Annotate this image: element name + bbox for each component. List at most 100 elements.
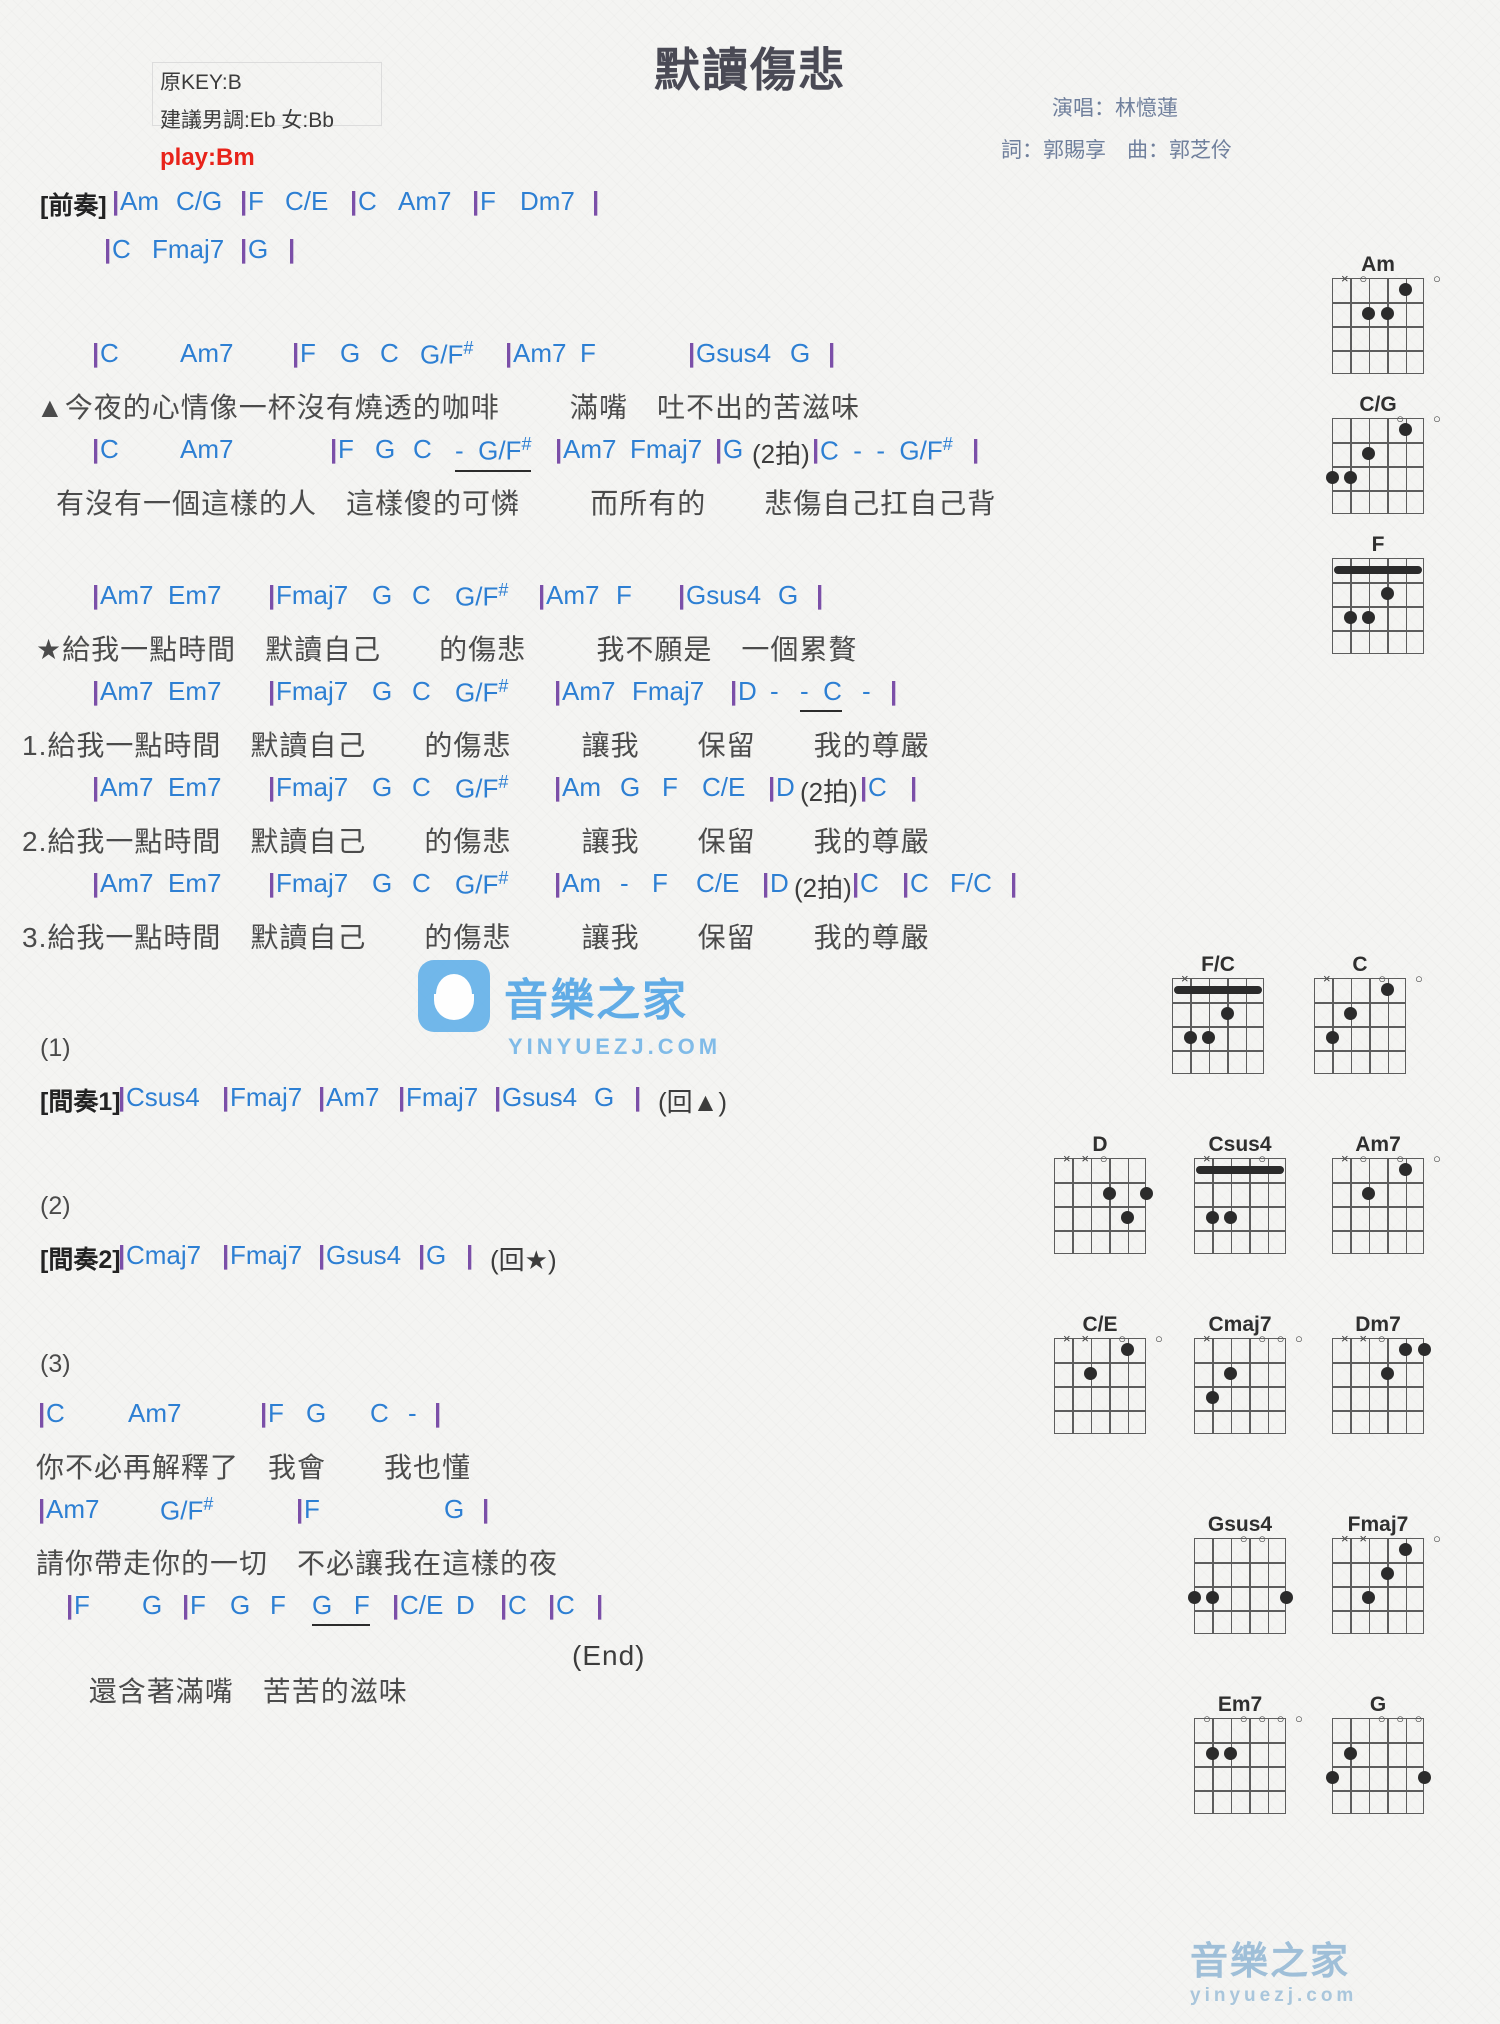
chord-diagram-Dm7: Dm7 × × ○ xyxy=(1330,1312,1431,1434)
ending1-lyric-row: 1.給我一點時間 默讀自己 的傷悲 讓我 保留 我的尊嚴 xyxy=(22,730,930,761)
chord-diagram-grid xyxy=(1332,1338,1431,1434)
chord-diagram-grid xyxy=(1325,1718,1431,1814)
chord-diagram-grid xyxy=(1187,1538,1293,1634)
chord-diagram-grid xyxy=(1172,978,1264,1074)
barre-marker xyxy=(1196,1166,1284,1174)
finger-dot xyxy=(1399,1343,1413,1356)
writer-credit: 詞：郭賜享 曲：郭芝伶 xyxy=(1001,139,1232,162)
ending1-chord-row: | Am7 Em7 | Fmaj7 G C G/F# | Am7 Fmaj7 | D -… xyxy=(0,676,1240,724)
finger-dot xyxy=(1343,611,1357,624)
ending3-chord-row: | Am7 Em7 | Fmaj7 G C G/F# | Am - F C/E | D … xyxy=(92,868,1018,903)
open-string-marker: ○ xyxy=(1295,1711,1303,1726)
finger-dot xyxy=(1220,1007,1234,1020)
finger-dot xyxy=(1205,1211,1219,1224)
finger-dot xyxy=(1399,1543,1413,1556)
chord-diagram-Fmaj7: Fmaj7 × × ○ xyxy=(1330,1512,1441,1634)
chorus-chord-row: | Am7 Em7 | Fmaj7 G C G/F# | Am7 F | Gsus4 G… xyxy=(92,580,824,612)
verse1-chord-row: | C Am7 | F G C G/F# | Am7 F | Gsus4 G | xyxy=(92,338,836,370)
intro-label: [前奏] xyxy=(40,192,107,220)
verse2-chord-row: | C Am7 | F G C - G/F# | Am7 Fmaj7 | G (2拍) … xyxy=(0,434,1240,482)
chord-diagram-grid xyxy=(1194,1158,1286,1254)
ending2-chord-row: | Am7 Em7 | Fmaj7 G C G/F# | Am G F C/E | D … xyxy=(92,772,918,807)
outro2-chord-row: | Am7 G/F# | F G | xyxy=(38,1494,490,1526)
chord-diagram-grid xyxy=(1332,278,1424,374)
play-key-label: play:Bm xyxy=(160,144,255,171)
suggested-key-label: 建議男調:Eb 女:Bb xyxy=(160,109,334,132)
chord-diagram-grid xyxy=(1314,978,1406,1074)
verse2-lyric-row: 有沒有一個這樣的人 這樣傻的可憐 而所有的 悲傷自己扛自己背 xyxy=(56,488,997,519)
finger-dot xyxy=(1343,1747,1357,1760)
page-title: 默讀傷悲 xyxy=(654,44,846,96)
finger-dot xyxy=(1325,1031,1339,1044)
finger-dot xyxy=(1205,1391,1219,1404)
watermark-site-bottom: yinyuezj.com xyxy=(1190,1985,1358,2006)
outro2-lyric-row: 請你帶走你的一切 不必讓我在這樣的夜 xyxy=(36,1548,559,1579)
watermark-brand-bottom: 音樂之家 xyxy=(1190,1941,1351,1983)
finger-dot xyxy=(1399,1163,1413,1176)
verse1-lyric-row: ▲今夜的心情像一杯沒有燒透的咖啡 滿嘴 吐不出的苦滋味 xyxy=(36,392,860,423)
chord-diagram-C-E: C/E × × ○ ○ xyxy=(1052,1312,1163,1434)
ending2-lyric-row: 2.給我一點時間 默讀自己 的傷悲 讓我 保留 我的尊嚴 xyxy=(22,826,930,857)
marker-1: (1) xyxy=(40,1034,71,1062)
chord-diagram-name: C/G xyxy=(1359,393,1397,416)
finger-dot xyxy=(1417,1771,1431,1784)
chord-diagram-Em7: Em7 ○ ○ ○ ○ ○ xyxy=(1192,1692,1303,1814)
outro3-lyric-row: 還含著滿嘴 苦苦的滋味 (End) xyxy=(0,1638,1240,1707)
singer-credit: 演唱：林憶蓮 xyxy=(1052,97,1178,120)
marker-2: (2) xyxy=(40,1192,71,1220)
intro-row-2: | C Fmaj7 | G | xyxy=(104,234,296,264)
finger-dot xyxy=(1139,1187,1153,1200)
chord-diagram-F-C: F/C × xyxy=(1170,952,1266,1074)
chord-diagram-Cmaj7: Cmaj7 × ○ ○ ○ xyxy=(1192,1312,1303,1434)
finger-dot xyxy=(1187,1591,1201,1604)
open-string-marker: ○ xyxy=(1295,1331,1303,1346)
chord-diagram-G: G ○ ○ ○ xyxy=(1325,1692,1431,1814)
open-string-marker: ○ xyxy=(1415,971,1423,986)
interlude1-label: [間奏1] xyxy=(40,1088,121,1116)
finger-dot xyxy=(1279,1591,1293,1604)
finger-dot xyxy=(1380,1367,1394,1380)
chord-diagram-grid xyxy=(1332,558,1424,654)
finger-dot xyxy=(1121,1343,1135,1356)
chord-diagram-C-G: C/G ○ ○ xyxy=(1325,392,1441,514)
chord-diagram-Am: Am × ○ ○ xyxy=(1330,252,1441,374)
repeat-to-star: (回★) xyxy=(490,1245,557,1275)
chord-diagram-grid xyxy=(1332,1538,1424,1634)
finger-dot xyxy=(1325,471,1339,484)
chord-diagram-grid xyxy=(1332,1158,1424,1254)
finger-dot xyxy=(1381,983,1395,996)
open-string-marker: ○ xyxy=(1155,1331,1163,1346)
outro3-chord-row: | F G | F G F G F | C/E D | C | C | xyxy=(0,1590,1240,1638)
intro-row-1: [前奏] | Am C/G | F C/E | C Am7 | F Dm7 | xyxy=(40,186,600,220)
chord-sheet: 原KEY:B 建議男調:Eb 女:Bb play:Bm 默讀傷悲 演唱：林憶蓮 … xyxy=(0,0,1500,2024)
finger-dot xyxy=(1399,283,1413,296)
song-body: [前奏] | Am C/G | F C/E | C Am7 | F Dm7 | | C F… xyxy=(0,186,1240,1707)
chord-diagram-grid xyxy=(1054,1338,1146,1434)
finger-dot xyxy=(1380,307,1394,320)
watermark-bottom: 音樂之家 yinyuezj.com xyxy=(1190,1930,1357,2007)
chord-diagram-Am7: Am7 × ○ ○ ○ xyxy=(1330,1132,1441,1254)
chord-diagram-D: D × × ○ xyxy=(1052,1132,1153,1254)
outro3-lyrics-text: 還含著滿嘴 苦苦的滋味 xyxy=(88,1676,408,1707)
finger-dot xyxy=(1380,1567,1394,1580)
marker-3: (3) xyxy=(40,1350,71,1378)
open-string-marker: ○ xyxy=(1433,411,1441,426)
finger-dot xyxy=(1205,1747,1219,1760)
chord-diagram-grid xyxy=(1325,418,1424,514)
interlude2-label: [間奏2] xyxy=(40,1246,121,1274)
finger-dot xyxy=(1380,587,1394,600)
repeat-to-triangle: (回▲) xyxy=(658,1087,728,1117)
open-string-marker: ○ xyxy=(1433,1151,1441,1166)
chord-diagram-grid xyxy=(1194,1338,1286,1434)
marker-1-row: (1) xyxy=(0,1034,1240,1082)
chord-diagram-name: F xyxy=(1371,533,1385,556)
chord-diagram-Gsus4: Gsus4 ○ ○ xyxy=(1187,1512,1293,1634)
barre-marker xyxy=(1334,566,1422,574)
chord-diagram-grid xyxy=(1194,1718,1286,1814)
chord-diagram-Csus4: Csus4 × ○ xyxy=(1192,1132,1288,1254)
finger-dot xyxy=(1121,1211,1135,1224)
open-string-marker: ○ xyxy=(1433,1531,1441,1546)
end-label: (End) xyxy=(572,1640,646,1671)
barre-marker xyxy=(1174,986,1262,994)
finger-dot xyxy=(1399,423,1413,436)
